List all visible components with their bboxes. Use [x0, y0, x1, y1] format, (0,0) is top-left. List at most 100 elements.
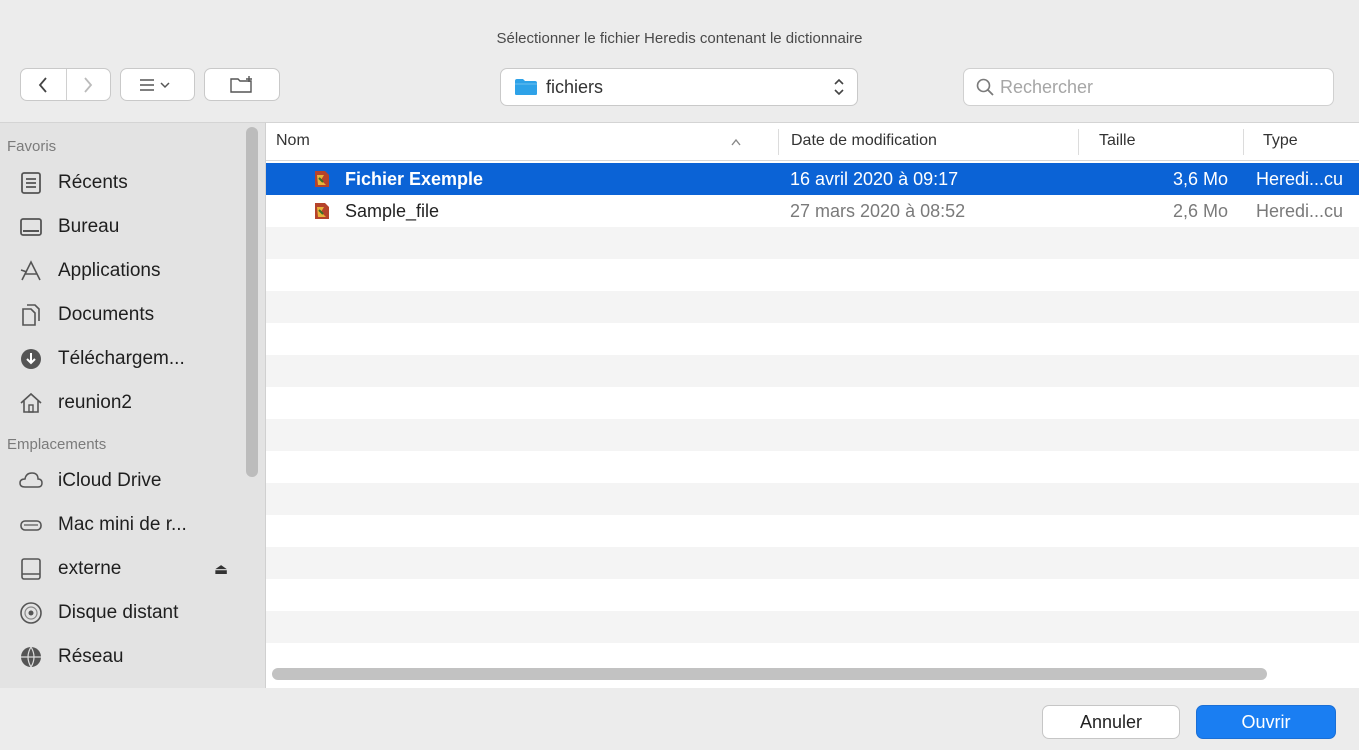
cloud-icon [19, 472, 43, 488]
folder-icon [515, 79, 537, 95]
open-button[interactable]: Ouvrir [1196, 705, 1336, 739]
file-list: Nom Date de modification Taille Type Fic… [265, 122, 1359, 688]
empty-row [266, 227, 1359, 259]
sidebar-item-label: iCloud Drive [58, 470, 162, 491]
file-size: 3,6 Mo [1172, 169, 1228, 189]
network-icon [21, 646, 41, 668]
column-date-label: Date de modification [791, 132, 937, 149]
favorites-header: Favoris [7, 138, 57, 155]
sidebar-item-label: Disque distant [58, 602, 179, 623]
sidebar-item-label: Documents [58, 304, 155, 325]
sort-ascending-icon [730, 136, 742, 150]
sidebar-item-recents[interactable]: Récents [0, 161, 265, 205]
sidebar-item-icloud[interactable]: iCloud Drive [0, 459, 265, 503]
sidebar-item-home[interactable]: reunion2 [0, 381, 265, 425]
table-row[interactable]: Fichier Exemple 16 avril 2020 à 09:17 3,… [266, 163, 1359, 195]
column-divider[interactable] [778, 129, 779, 155]
column-divider[interactable] [1243, 129, 1244, 155]
file-name-cell: Sample_file [312, 195, 742, 227]
chevron-right-icon [84, 76, 93, 93]
recents-icon [21, 172, 41, 194]
empty-row [266, 611, 1359, 643]
file-date: 16 avril 2020 à 09:17 [790, 169, 959, 189]
downloads-icon [21, 349, 41, 369]
sidebar-item-label: Applications [58, 260, 161, 281]
empty-row [266, 323, 1359, 355]
documents-icon [22, 304, 40, 326]
file-name-cell: Fichier Exemple [312, 163, 742, 195]
sidebar-item-label: externe [58, 558, 122, 579]
heredis-file-icon [315, 171, 329, 187]
heredis-file-icon [315, 203, 329, 219]
empty-row [266, 515, 1359, 547]
file-size: 2,6 Mo [1172, 201, 1228, 221]
search-input[interactable] [1000, 76, 1320, 98]
file-name: Sample_file [345, 201, 440, 221]
sidebar-item-bureau[interactable]: Bureau [0, 205, 265, 249]
file-date: 27 mars 2020 à 08:52 [790, 201, 966, 221]
search-field[interactable] [963, 68, 1334, 106]
table-row[interactable]: Sample_file 27 mars 2020 à 08:52 2,6 Mo … [266, 195, 1359, 227]
column-header-size[interactable]: Taille [1089, 123, 1239, 161]
chevron-left-icon [39, 76, 47, 93]
sidebar-item-remote-disc[interactable]: Disque distant [0, 591, 265, 635]
file-type: Heredi...cu [1256, 169, 1344, 189]
location-label: fichiers [546, 76, 604, 97]
dialog-title: Sélectionner le fichier Heredis contenan… [496, 30, 863, 47]
sidebar-item-label: Réseau [58, 646, 124, 667]
empty-row [266, 387, 1359, 419]
applications-icon [20, 260, 41, 281]
new-folder-button[interactable] [204, 68, 280, 101]
list-view-icon [139, 78, 170, 91]
back-button[interactable] [21, 69, 66, 100]
column-divider[interactable] [1078, 129, 1079, 155]
sidebar-item-externe[interactable]: externe ⏏ [0, 547, 265, 591]
sidebar-item-downloads[interactable]: Téléchargem... [0, 337, 265, 381]
empty-row [266, 291, 1359, 323]
search-icon [976, 78, 994, 96]
sidebar-item-label: Bureau [58, 216, 120, 237]
column-size-label: Taille [1099, 132, 1136, 149]
eject-icon[interactable]: ⏏ [214, 560, 228, 578]
locations-header: Emplacements [7, 436, 107, 453]
sidebar-item-label: reunion2 [58, 392, 132, 413]
empty-row [266, 259, 1359, 291]
empty-row [266, 451, 1359, 483]
cancel-button[interactable]: Annuler [1042, 705, 1180, 739]
file-name: Fichier Exemple [345, 169, 484, 189]
empty-row [266, 483, 1359, 515]
empty-row [266, 579, 1359, 611]
sidebar-item-applications[interactable]: Applications [0, 249, 265, 293]
external-drive-icon [21, 558, 41, 580]
updown-chevron-icon [833, 77, 845, 98]
empty-row [266, 355, 1359, 387]
desktop-icon [20, 218, 42, 236]
sidebar-item-label: Mac mini de r... [58, 514, 187, 535]
column-type-label: Type [1263, 132, 1298, 149]
column-header-row: Nom Date de modification Taille Type [266, 123, 1359, 161]
view-options-button[interactable] [120, 68, 195, 101]
column-header-name[interactable]: Nom [266, 123, 776, 161]
column-header-type[interactable]: Type [1253, 123, 1359, 161]
sidebar-item-label: Récents [58, 172, 128, 193]
empty-row [266, 547, 1359, 579]
column-header-date[interactable]: Date de modification [781, 123, 1076, 161]
horizontal-scrollbar[interactable] [272, 668, 1267, 680]
sidebar-item-documents[interactable]: Documents [0, 293, 265, 337]
empty-row [266, 419, 1359, 451]
hard-drive-icon [20, 520, 42, 531]
navigation-group [20, 68, 111, 101]
file-type: Heredi...cu [1256, 201, 1344, 221]
sidebar-item-mac-mini[interactable]: Mac mini de r... [0, 503, 265, 547]
location-popup[interactable]: fichiers [500, 68, 858, 106]
sidebar-item-label: Téléchargem... [58, 348, 185, 369]
sidebar: Favoris Récents Bureau Applications Docu… [0, 122, 265, 688]
sidebar-item-network[interactable]: Réseau [0, 635, 265, 679]
home-icon [20, 392, 42, 413]
column-name-label: Nom [276, 132, 310, 149]
sidebar-scrollbar[interactable] [246, 127, 258, 477]
new-folder-icon [230, 75, 252, 93]
forward-button[interactable] [65, 69, 111, 100]
open-file-dialog: Sélectionner le fichier Heredis contenan… [0, 0, 1359, 750]
remote-disc-icon [20, 602, 42, 624]
